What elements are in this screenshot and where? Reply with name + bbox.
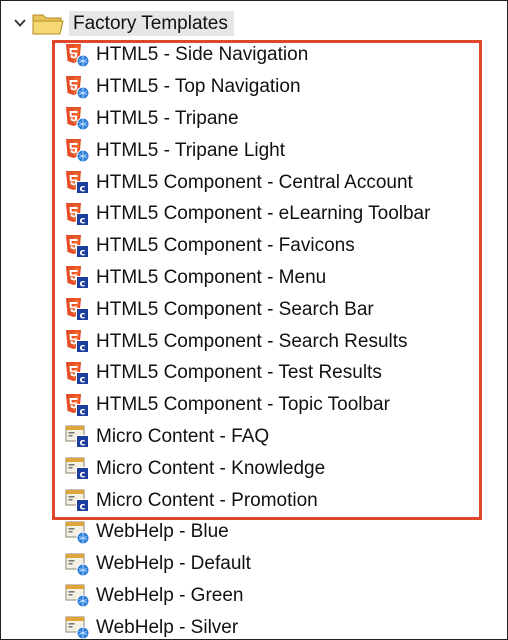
template-tree-panel: Factory Templates HTML5 - Side Navigatio… — [0, 0, 508, 640]
html5-component-icon: c — [64, 296, 90, 322]
folder-open-icon — [31, 10, 65, 36]
html5-component-icon: c — [64, 264, 90, 290]
tree-item-label: Micro Content - Knowledge — [96, 457, 326, 479]
svg-text:c: c — [80, 247, 86, 258]
tree-item-label: HTML5 Component - Topic Toolbar — [96, 394, 390, 416]
webhelp-template-icon — [64, 582, 90, 608]
webhelp-template-icon — [64, 551, 90, 577]
tree-node-factory-templates[interactable]: Factory Templates — [1, 7, 507, 39]
template-tree: Factory Templates HTML5 - Side Navigatio… — [1, 7, 507, 639]
tree-item-label: HTML5 - Tripane Light — [96, 139, 286, 161]
tree-item-label: Micro Content - FAQ — [96, 425, 270, 447]
svg-text:c: c — [80, 470, 86, 481]
html5-template-icon — [64, 105, 90, 131]
tree-item-label: HTML5 Component - eLearning Toolbar — [96, 203, 431, 225]
tree-item[interactable]: c HTML5 Component - Favicons — [1, 230, 507, 262]
micro-content-icon: c — [64, 487, 90, 513]
tree-item[interactable]: WebHelp - Default — [1, 548, 507, 580]
svg-text:c: c — [80, 311, 86, 322]
svg-text:c: c — [80, 183, 86, 194]
tree-item[interactable]: c HTML5 Component - Search Results — [1, 325, 507, 357]
tree-item[interactable]: WebHelp - Blue — [1, 516, 507, 548]
tree-item[interactable]: c HTML5 Component - Test Results — [1, 357, 507, 389]
tree-item-label: HTML5 - Top Navigation — [96, 76, 301, 98]
tree-item[interactable]: c HTML5 Component - eLearning Toolbar — [1, 198, 507, 230]
svg-text:c: c — [80, 406, 86, 417]
webhelp-template-icon — [64, 614, 90, 639]
tree-item-label: HTML5 Component - Search Results — [96, 330, 408, 352]
tree-item[interactable]: WebHelp - Green — [1, 580, 507, 612]
svg-text:c: c — [80, 438, 86, 449]
tree-item-label: HTML5 Component - Test Results — [96, 362, 382, 384]
html5-template-icon — [64, 137, 90, 163]
tree-item[interactable]: c HTML5 Component - Search Bar — [1, 293, 507, 325]
tree-item-label: HTML5 Component - Search Bar — [96, 298, 374, 320]
svg-text:c: c — [80, 342, 86, 353]
tree-item-label: WebHelp - Silver — [96, 616, 239, 638]
html5-component-icon: c — [64, 328, 90, 354]
tree-item-label: WebHelp - Default — [96, 553, 251, 575]
tree-item-label: Micro Content - Promotion — [96, 489, 318, 511]
svg-text:c: c — [80, 501, 86, 512]
html5-component-icon: c — [64, 201, 90, 227]
html5-component-icon: c — [64, 169, 90, 195]
svg-text:c: c — [80, 374, 86, 385]
html5-component-icon: c — [64, 233, 90, 259]
html5-template-icon — [64, 74, 90, 100]
tree-item[interactable]: HTML5 - Tripane — [1, 103, 507, 135]
tree-item-label: WebHelp - Green — [96, 584, 244, 606]
tree-item-label: WebHelp - Blue — [96, 521, 229, 543]
tree-item-label: HTML5 Component - Central Account — [96, 171, 413, 193]
chevron-down-icon[interactable] — [9, 12, 31, 34]
tree-item[interactable]: c HTML5 Component - Topic Toolbar — [1, 389, 507, 421]
tree-item[interactable]: c Micro Content - Knowledge — [1, 452, 507, 484]
micro-content-icon: c — [64, 423, 90, 449]
tree-item[interactable]: HTML5 - Tripane Light — [1, 134, 507, 166]
tree-item[interactable]: WebHelp - Silver — [1, 611, 507, 639]
tree-item[interactable]: HTML5 - Top Navigation — [1, 71, 507, 103]
tree-item-label: HTML5 - Tripane — [96, 107, 239, 129]
tree-item[interactable]: HTML5 - Side Navigation — [1, 39, 507, 71]
html5-template-icon — [64, 42, 90, 68]
svg-text:c: c — [80, 215, 86, 226]
webhelp-template-icon — [64, 519, 90, 545]
tree-item[interactable]: c HTML5 Component - Menu — [1, 262, 507, 294]
tree-item[interactable]: c HTML5 Component - Central Account — [1, 166, 507, 198]
tree-node-label: Factory Templates — [69, 10, 234, 36]
tree-item-label: HTML5 - Side Navigation — [96, 44, 309, 66]
micro-content-icon: c — [64, 455, 90, 481]
tree-item[interactable]: c Micro Content - FAQ — [1, 421, 507, 453]
svg-text:c: c — [80, 279, 86, 290]
html5-component-icon: c — [64, 392, 90, 418]
tree-item-label: HTML5 Component - Menu — [96, 266, 327, 288]
html5-component-icon: c — [64, 360, 90, 386]
tree-item-label: HTML5 Component - Favicons — [96, 235, 355, 257]
tree-item[interactable]: c Micro Content - Promotion — [1, 484, 507, 516]
